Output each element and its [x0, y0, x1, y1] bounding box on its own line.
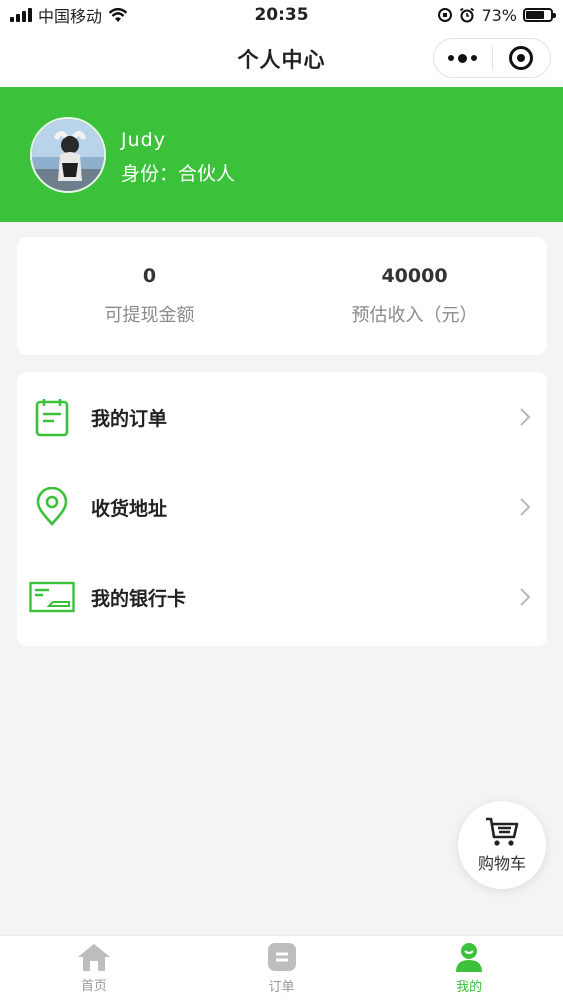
stat-withdrawable[interactable]: 0 可提现金额 [17, 237, 282, 355]
earnings-card: 0 可提现金额 40000 预估收入（元） [17, 237, 547, 355]
home-icon [77, 944, 110, 971]
signal-icon [10, 8, 32, 22]
menu-label: 我的订单 [91, 407, 168, 430]
avatar-photo [32, 119, 104, 191]
more-button[interactable] [434, 39, 492, 77]
chevron-right-icon [520, 408, 531, 426]
profile-header: Judy 身份：合伙人 [0, 87, 563, 222]
menu-item-address[interactable]: 收货地址 [17, 462, 547, 552]
tab-label: 首页 [80, 979, 107, 994]
menu-label: 我的银行卡 [91, 587, 187, 610]
order-icon [267, 943, 296, 971]
status-left: 中国移动 [10, 3, 128, 27]
bank-card-icon [29, 574, 75, 620]
status-right: 73% [437, 5, 556, 25]
alarm-icon [460, 7, 475, 23]
status-bar: 中国移动 20:35 73% [0, 0, 563, 30]
stat-value: 40000 [381, 265, 448, 287]
target-circle-icon [509, 46, 534, 70]
cart-label: 购物车 [477, 854, 526, 873]
menu-card: 我的订单 收货地址 我的银行卡 [17, 372, 547, 646]
user-name: Judy [121, 129, 166, 151]
carrier-label: 中国移动 [38, 7, 103, 26]
tab-mine[interactable]: 我的 [375, 936, 563, 1000]
order-calendar-icon [29, 394, 75, 440]
stat-value: 0 [142, 265, 157, 287]
rotation-lock-icon [438, 8, 453, 22]
menu-item-bank-card[interactable]: 我的银行卡 [17, 552, 547, 642]
close-button[interactable] [493, 39, 551, 77]
nav-bar: 个人中心 [0, 30, 563, 87]
location-pin-icon [29, 484, 75, 530]
chevron-right-icon [520, 588, 531, 606]
more-dots-icon [448, 53, 478, 63]
stat-label: 预估收入（元） [351, 305, 478, 326]
avatar[interactable] [30, 117, 106, 193]
shopping-cart-icon [486, 817, 519, 846]
user-role: 身份：合伙人 [121, 163, 236, 185]
wifi-icon [108, 7, 128, 22]
battery-icon [523, 8, 556, 22]
mini-program-capsule [433, 38, 551, 78]
page-title: 个人中心 [237, 47, 326, 72]
stat-estimated-income[interactable]: 40000 预估收入（元） [282, 237, 547, 355]
menu-label: 收货地址 [91, 497, 168, 520]
stat-label: 可提现金额 [104, 305, 195, 326]
cart-button[interactable]: 购物车 [458, 801, 546, 889]
tab-label: 我的 [456, 980, 483, 995]
tab-home[interactable]: 首页 [0, 936, 188, 1000]
tab-label: 订单 [268, 980, 295, 995]
battery-percent: 73% [481, 5, 517, 25]
menu-item-orders[interactable]: 我的订单 [17, 372, 547, 462]
chevron-right-icon [520, 498, 531, 516]
user-icon [456, 943, 483, 972]
tab-orders[interactable]: 订单 [188, 936, 376, 1000]
battery-level [526, 11, 544, 19]
tab-bar: 首页 订单 我的 [0, 935, 563, 1000]
